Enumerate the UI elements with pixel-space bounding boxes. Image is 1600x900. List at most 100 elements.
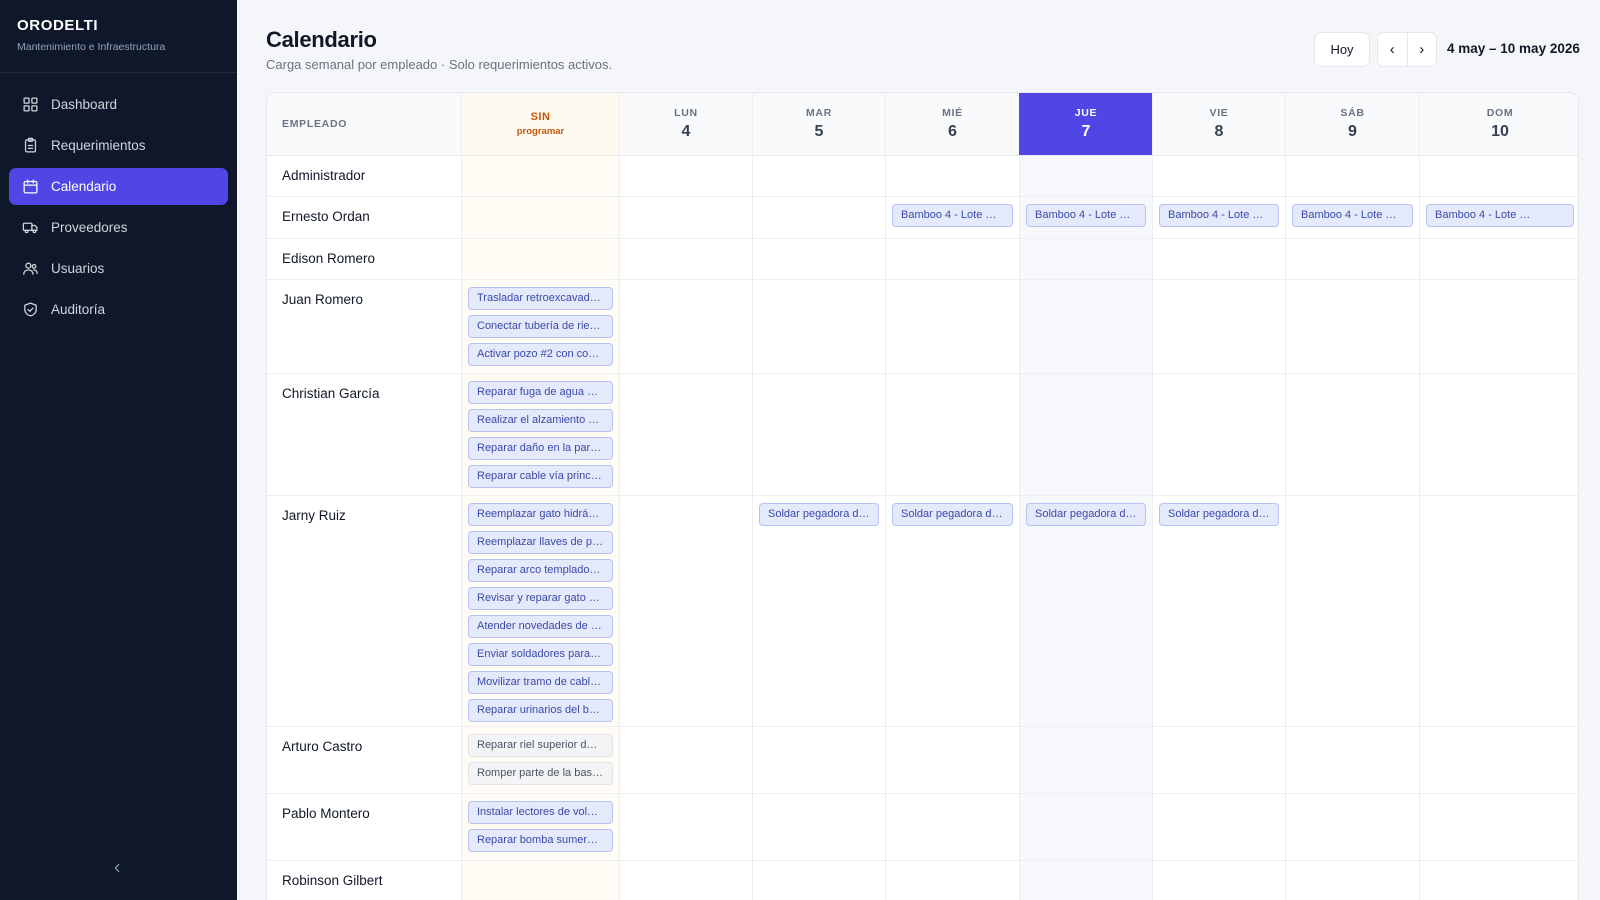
day-cell[interactable]: Bamboo 4 - Lote … [885, 197, 1019, 238]
day-cell[interactable] [619, 727, 752, 793]
day-cell[interactable] [885, 727, 1019, 793]
day-cell[interactable] [619, 374, 752, 495]
task-chip[interactable]: Activar pozo #2 con co… [468, 343, 613, 366]
day-cell[interactable] [619, 156, 752, 196]
unscheduled-cell[interactable]: Reemplazar gato hidrá… Reemplazar llaves … [461, 496, 619, 726]
task-chip[interactable]: Revisar y reparar gato … [468, 587, 613, 610]
day-cell[interactable] [1285, 156, 1419, 196]
task-chip[interactable]: Romper parte de la bas… [468, 762, 613, 785]
task-chip[interactable]: Realizar el alzamiento … [468, 409, 613, 432]
day-cell[interactable] [619, 280, 752, 373]
day-cell[interactable]: Soldar pegadora d… [1152, 496, 1285, 726]
task-chip[interactable]: Conectar tubería de rie… [468, 315, 613, 338]
day-cell[interactable]: Bamboo 4 - Lote … [1285, 197, 1419, 238]
day-cell[interactable] [1019, 794, 1152, 860]
day-cell[interactable] [619, 239, 752, 279]
task-chip[interactable]: Soldar pegadora d… [1026, 503, 1146, 526]
task-chip[interactable]: Trasladar retroexcavad… [468, 287, 613, 310]
day-cell[interactable] [885, 280, 1019, 373]
prev-week-button[interactable]: ‹ [1378, 33, 1407, 66]
task-chip[interactable]: Instalar lectores de vol… [468, 801, 613, 824]
day-cell[interactable] [1419, 727, 1578, 793]
task-chip[interactable]: Bamboo 4 - Lote … [892, 204, 1013, 227]
task-chip[interactable]: Reparar urinarios del b… [468, 699, 613, 722]
day-cell[interactable] [1019, 280, 1152, 373]
task-chip[interactable]: Reparar bomba sumer… [468, 829, 613, 852]
task-chip[interactable]: Reparar riel superior d… [468, 734, 613, 757]
day-cell[interactable] [752, 197, 885, 238]
day-cell[interactable] [1285, 496, 1419, 726]
day-cell[interactable] [1152, 156, 1285, 196]
day-cell[interactable] [752, 239, 885, 279]
task-chip[interactable]: Soldar pegadora d… [892, 503, 1013, 526]
task-chip[interactable]: Soldar pegadora d… [759, 503, 879, 526]
unscheduled-cell[interactable] [461, 156, 619, 196]
day-cell[interactable] [752, 794, 885, 860]
day-cell[interactable] [752, 156, 885, 196]
day-cell[interactable] [1152, 727, 1285, 793]
day-cell[interactable] [1285, 794, 1419, 860]
unscheduled-cell[interactable]: Reparar fuga de agua e… Realizar el alzam… [461, 374, 619, 495]
day-cell[interactable] [1019, 156, 1152, 196]
collapse-sidebar-button[interactable] [105, 856, 129, 880]
task-chip[interactable]: Bamboo 4 - Lote … [1426, 204, 1574, 227]
day-cell[interactable] [885, 861, 1019, 900]
day-cell[interactable] [1285, 861, 1419, 900]
task-chip[interactable]: Enviar soldadores para… [468, 643, 613, 666]
day-cell[interactable] [1419, 861, 1578, 900]
unscheduled-cell[interactable]: Instalar lectores de vol… Reparar bomba s… [461, 794, 619, 860]
day-cell[interactable] [1019, 727, 1152, 793]
task-chip[interactable]: Bamboo 4 - Lote … [1026, 204, 1146, 227]
day-cell[interactable] [1285, 727, 1419, 793]
day-cell[interactable] [1285, 280, 1419, 373]
task-chip[interactable]: Atender novedades de … [468, 615, 613, 638]
day-cell[interactable] [1152, 239, 1285, 279]
day-cell[interactable] [619, 794, 752, 860]
task-chip[interactable]: Soldar pegadora d… [1159, 503, 1279, 526]
day-cell[interactable] [1419, 280, 1578, 373]
day-cell[interactable] [1419, 496, 1578, 726]
unscheduled-cell[interactable] [461, 861, 619, 900]
day-cell[interactable] [1019, 861, 1152, 900]
day-cell[interactable] [1152, 794, 1285, 860]
day-cell[interactable] [619, 861, 752, 900]
day-cell[interactable]: Soldar pegadora d… [885, 496, 1019, 726]
day-cell[interactable]: Bamboo 4 - Lote … [1019, 197, 1152, 238]
day-cell[interactable] [1419, 239, 1578, 279]
day-cell[interactable] [885, 374, 1019, 495]
day-cell[interactable] [885, 794, 1019, 860]
day-cell[interactable] [1019, 374, 1152, 495]
unscheduled-cell[interactable] [461, 197, 619, 238]
task-chip[interactable]: Bamboo 4 - Lote … [1292, 204, 1413, 227]
task-chip[interactable]: Reparar cable vía princ… [468, 465, 613, 488]
task-chip[interactable]: Bamboo 4 - Lote … [1159, 204, 1279, 227]
day-cell[interactable]: Soldar pegadora d… [752, 496, 885, 726]
day-cell[interactable] [752, 861, 885, 900]
sidebar-item-dashboard[interactable]: Dashboard [9, 86, 228, 123]
day-cell[interactable] [1019, 239, 1152, 279]
day-cell[interactable] [1285, 239, 1419, 279]
day-cell[interactable] [885, 239, 1019, 279]
sidebar-item-auditoria[interactable]: Auditoría [9, 291, 228, 328]
day-cell[interactable] [1419, 156, 1578, 196]
task-chip[interactable]: Reemplazar gato hidrá… [468, 503, 613, 526]
day-cell[interactable]: Bamboo 4 - Lote … [1152, 197, 1285, 238]
task-chip[interactable]: Reparar fuga de agua e… [468, 381, 613, 404]
sidebar-item-requerimientos[interactable]: Requerimientos [9, 127, 228, 164]
sidebar-item-usuarios[interactable]: Usuarios [9, 250, 228, 287]
next-week-button[interactable]: › [1406, 33, 1437, 66]
day-cell[interactable] [752, 727, 885, 793]
task-chip[interactable]: Reparar arco templado… [468, 559, 613, 582]
unscheduled-cell[interactable]: Trasladar retroexcavad… Conectar tubería … [461, 280, 619, 373]
day-cell[interactable] [1419, 374, 1578, 495]
day-cell[interactable] [752, 280, 885, 373]
day-cell[interactable] [1285, 374, 1419, 495]
sidebar-item-calendario[interactable]: Calendario [9, 168, 228, 205]
task-chip[interactable]: Reparar daño en la par… [468, 437, 613, 460]
day-cell[interactable] [619, 197, 752, 238]
day-cell[interactable] [1152, 280, 1285, 373]
unscheduled-cell[interactable] [461, 239, 619, 279]
day-cell[interactable] [1152, 861, 1285, 900]
today-button[interactable]: Hoy [1314, 32, 1370, 67]
day-cell[interactable] [885, 156, 1019, 196]
